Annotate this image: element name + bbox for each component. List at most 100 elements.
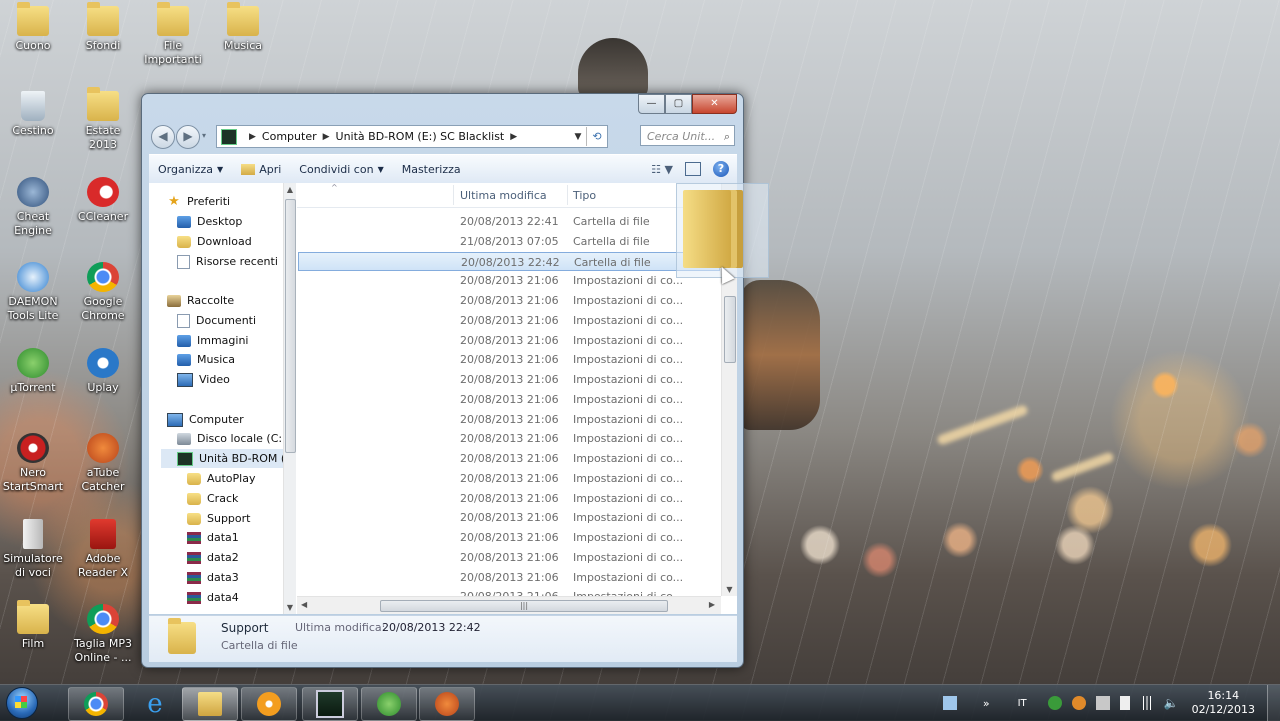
start-button[interactable] [2,685,42,721]
table-row[interactable]: 20/08/2013 22:41 Cartella di file [298,212,720,231]
refresh-icon[interactable]: ⟲ [586,127,607,146]
nav-download[interactable]: Download [177,232,252,251]
share-button[interactable]: Condividi con ▼ [290,163,392,176]
desktop-icon-simulatore-voci[interactable]: Simulatore di voci [0,519,66,580]
view-options-icon[interactable]: ☷ ▼ [651,163,673,176]
nav-favorites[interactable]: ★ Preferiti [167,192,230,211]
address-dropdown-icon[interactable]: ▼ [570,132,586,142]
table-row[interactable]: 20/08/2013 21:06 Impostazioni di co... [298,429,720,448]
table-row[interactable]: 20/08/2013 21:06 Impostazioni di co... [298,291,720,310]
nav-autoplay[interactable]: AutoPlay [187,469,255,488]
nav-support[interactable]: Support [187,509,250,528]
close-button[interactable]: ✕ [692,94,737,114]
tray-update-icon[interactable] [1071,696,1086,710]
table-row[interactable]: 20/08/2013 21:06 Impostazioni di co... [298,350,720,369]
taskbar-internet-explorer[interactable]: e [127,687,183,721]
desktop-icon-musica[interactable]: Musica [210,2,276,53]
desktop-icon-atube-catcher[interactable]: aTube Catcher [70,433,136,494]
nav-pictures[interactable]: Immagini [177,331,248,350]
nav-music[interactable]: Musica [177,350,235,369]
nav-scrollbar[interactable]: ▲ ▼ [283,183,296,614]
tray-device-icon[interactable] [1095,696,1110,710]
nav-data1[interactable]: data1 [187,528,239,547]
desktop-icon-sfondi[interactable]: Sfondi [70,2,136,53]
scroll-right-icon[interactable]: ▶ [709,600,715,609]
column-header-type[interactable]: Tipo [573,189,596,202]
help-icon[interactable]: ? [713,161,729,177]
desktop-icon-nero[interactable]: Nero StartSmart [0,433,66,494]
volume-icon[interactable]: 🔈 [1164,696,1179,710]
table-row[interactable]: 20/08/2013 21:06 Impostazioni di co... [298,271,720,290]
back-button[interactable]: ◀ [151,125,175,149]
table-row[interactable]: 20/08/2013 22:42 Cartella di file [298,251,720,271]
taskbar-explorer[interactable] [182,687,238,721]
recent-pages-dropdown[interactable]: ▾ [199,125,209,147]
nav-local-disk[interactable]: Disco locale (C:) [177,429,286,448]
nav-libraries[interactable]: Raccolte [167,291,234,310]
nav-documents[interactable]: Documenti [177,311,256,330]
show-desktop-button[interactable] [1267,685,1280,721]
desktop-icon-estate-2013[interactable]: Estate 2013 [70,87,136,152]
clock[interactable]: 16:14 02/12/2013 [1192,689,1255,717]
table-row[interactable]: 20/08/2013 21:06 Impostazioni di co... [298,568,720,587]
scroll-down-icon[interactable]: ▼ [284,603,296,612]
nav-bd-drive[interactable]: Unità BD-ROM (E [161,449,292,468]
desktop-icon-cuono[interactable]: Cuono [0,2,66,53]
nav-video[interactable]: Video [177,370,230,389]
table-row[interactable]: 20/08/2013 21:06 Impostazioni di co... [298,449,720,468]
desktop-icon-file-importanti[interactable]: File Importanti [140,2,206,67]
table-row[interactable]: 20/08/2013 21:06 Impostazioni di co... [298,311,720,330]
nav-recent[interactable]: Risorse recenti [177,252,278,271]
nav-scroll-thumb[interactable] [285,199,296,453]
scroll-down-icon[interactable]: ▼ [722,585,737,594]
nav-data4[interactable]: data4 [187,588,239,607]
scroll-up-icon[interactable]: ▲ [284,185,296,194]
table-row[interactable]: 20/08/2013 21:06 Impostazioni di co... [298,390,720,409]
tray-app-icon[interactable] [942,696,957,710]
table-row[interactable]: 20/08/2013 21:06 Impostazioni di co... [298,370,720,389]
nav-crack[interactable]: Crack [187,489,238,508]
nav-data3[interactable]: data3 [187,568,239,587]
table-row[interactable]: 20/08/2013 21:06 Impostazioni di co... [298,469,720,488]
desktop-icon-film[interactable]: Film [0,600,66,651]
table-row[interactable]: 20/08/2013 21:06 Impostazioni di co... [298,489,720,508]
desktop-icon-chrome[interactable]: Google Chrome [70,262,136,323]
taskbar-atube-catcher[interactable] [419,687,475,721]
nav-data2[interactable]: data2 [187,548,239,567]
table-row[interactable]: 20/08/2013 21:06 Impostazioni di co... [298,528,720,547]
language-indicator[interactable]: IT [1018,698,1027,709]
organize-button[interactable]: Organizza ▼ [149,163,232,176]
desktop-icon-adobe-reader[interactable]: Adobe Reader X [70,519,136,580]
address-bar[interactable]: ▶ Computer ▶ Unità BD-ROM (E:) SC Blackl… [216,125,608,148]
network-icon[interactable] [1139,696,1154,710]
breadcrumb-computer[interactable]: Computer [262,130,317,143]
nav-desktop[interactable]: Desktop [177,212,242,231]
desktop-icon-ccleaner[interactable]: CCleaner [70,177,136,224]
forward-button[interactable]: ▶ [176,125,200,149]
file-horizontal-scrollbar[interactable]: ◀ ||| ▶ [297,596,721,614]
vertical-scroll-thumb[interactable] [724,296,736,363]
taskbar-utorrent[interactable] [361,687,417,721]
burn-button[interactable]: Masterizza [393,163,470,176]
preview-pane-icon[interactable] [685,162,701,176]
search-input[interactable]: Cerca Unit... ⌕ [640,125,735,146]
power-icon[interactable] [1119,696,1130,710]
nav-computer[interactable]: Computer [167,410,244,429]
column-header-modified[interactable]: Ultima modifica [460,189,547,202]
taskbar-monitor[interactable] [302,687,358,721]
scroll-left-icon[interactable]: ◀ [301,600,307,609]
table-row[interactable]: 20/08/2013 21:06 Impostazioni di co... [298,508,720,527]
table-row[interactable]: 20/08/2013 21:06 Impostazioni di co... [298,331,720,350]
table-row[interactable]: 21/08/2013 07:05 Cartella di file [298,232,720,251]
desktop-icon-uplay[interactable]: Uplay [70,348,136,395]
minimize-button[interactable]: — [638,94,665,114]
breadcrumb-bd-drive[interactable]: Unità BD-ROM (E:) SC Blacklist [336,130,505,143]
taskbar-chrome[interactable] [68,687,124,721]
desktop-icon-utorrent[interactable]: µTorrent [0,348,66,395]
desktop-icon-cheat-engine[interactable]: Cheat Engine [0,177,66,238]
tray-utorrent-icon[interactable] [1047,696,1062,710]
desktop-icon-taglia-mp3[interactable]: Taglia MP3 Online - ... [70,604,136,665]
horizontal-scroll-thumb[interactable]: ||| [380,600,668,612]
maximize-button[interactable]: ▢ [665,94,692,114]
desktop-icon-cestino[interactable]: Cestino [0,91,66,138]
